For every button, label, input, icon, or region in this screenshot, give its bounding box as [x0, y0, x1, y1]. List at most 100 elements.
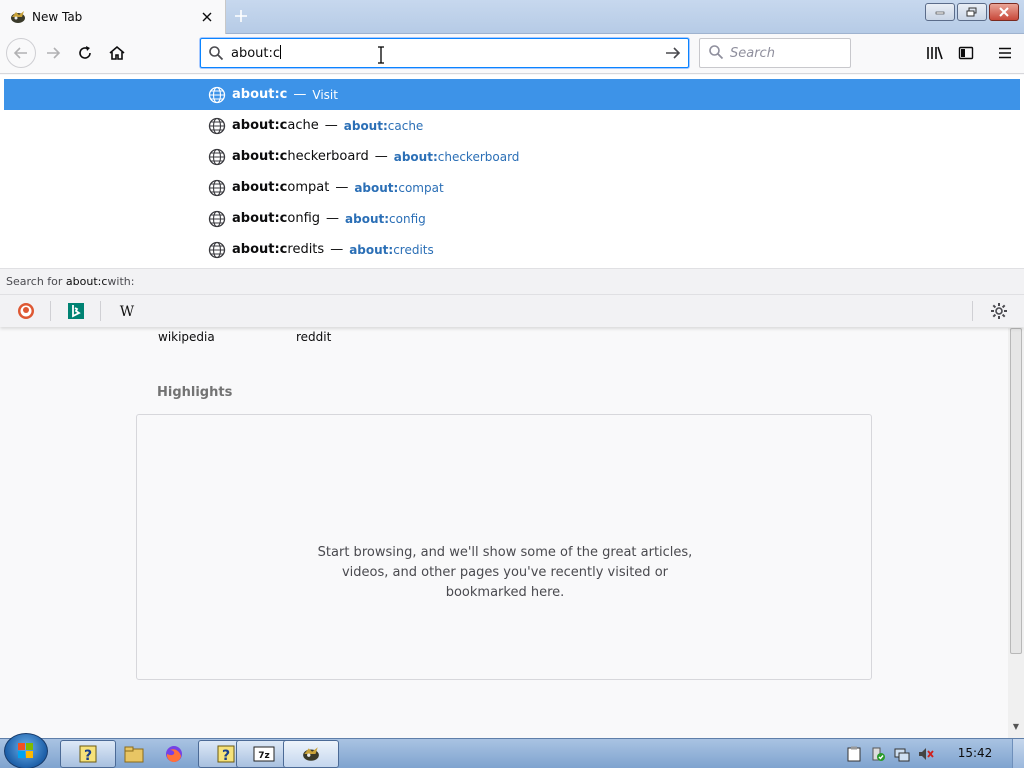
library-button[interactable] [920, 38, 950, 68]
volume-muted-tray-icon[interactable] [918, 746, 934, 762]
autocomplete-url: about:cache [343, 118, 424, 133]
globe-icon [208, 117, 226, 134]
svg-text:?: ? [222, 748, 230, 764]
taskbar-item-firefox-nightly[interactable] [283, 740, 339, 768]
sidebar-button[interactable] [951, 38, 981, 68]
search-for-suffix: with: [107, 275, 135, 288]
autocomplete-url: about:credits [349, 242, 434, 257]
file-explorer-icon [124, 746, 144, 763]
autocomplete-typed-text: about:c [232, 87, 288, 102]
tab-new-tab[interactable]: New Tab [0, 0, 226, 34]
7zip-icon: 7z [253, 746, 275, 762]
home-icon [109, 45, 125, 60]
highlights-message-line: Start browsing, and we'll show some of t… [317, 545, 693, 560]
gear-icon[interactable] [989, 301, 1009, 321]
plus-icon [235, 10, 247, 22]
taskbar-item-firefox[interactable] [160, 740, 188, 768]
restore-icon [966, 7, 977, 17]
separator-dash: — [335, 180, 349, 195]
help-icon: ? [217, 745, 235, 764]
bing-icon[interactable] [66, 301, 86, 321]
arrow-right-icon[interactable] [658, 45, 688, 61]
system-clock[interactable]: 15:42 [948, 746, 1002, 760]
start-button[interactable] [4, 733, 48, 768]
action-center-tray-icon[interactable] [870, 746, 886, 762]
globe-icon [208, 86, 226, 103]
reload-icon [79, 46, 91, 59]
help-icon: ? [79, 745, 97, 764]
hamburger-menu-icon [999, 47, 1011, 59]
network-tray-icon[interactable] [894, 746, 910, 762]
autocomplete-item[interactable]: about:c onfig — about:config [4, 203, 1020, 234]
minimize-window-button[interactable] [925, 3, 955, 21]
menu-button[interactable] [990, 38, 1020, 68]
search-for-label: Search for about:c with: [0, 268, 1024, 295]
duckduckgo-icon[interactable] [16, 301, 36, 321]
svg-text:7z: 7z [258, 751, 270, 761]
close-icon [999, 7, 1009, 17]
autocomplete-item[interactable]: about:c heckerboard — about:checkerboard [4, 141, 1020, 172]
separator-dash: — [324, 118, 338, 133]
autocomplete-completion: onfig [287, 211, 321, 226]
highlights-empty-message: Start browsing, and we'll show some of t… [137, 543, 873, 603]
engine-separator [100, 301, 101, 321]
autocomplete-item[interactable]: about:c — Visit [4, 79, 1020, 110]
autocomplete-url: about:checkerboard [393, 149, 520, 164]
forward-button[interactable] [38, 38, 68, 68]
restore-window-button[interactable] [957, 3, 987, 21]
autocomplete-url: about:config [345, 211, 426, 226]
wikipedia-icon[interactable]: W [117, 301, 137, 321]
url-input[interactable]: about:c [231, 45, 658, 61]
show-desktop-button[interactable] [1012, 739, 1024, 768]
autocomplete-typed-text: about:c [232, 118, 288, 133]
taskbar-item-help[interactable]: ? [60, 740, 116, 768]
minimize-icon [935, 11, 945, 15]
library-icon [927, 46, 943, 60]
autocomplete-typed-text: about:c [232, 149, 288, 164]
close-window-button[interactable] [989, 3, 1019, 21]
one-off-search-engines: W [0, 295, 1024, 327]
separator-dash: — [293, 87, 307, 102]
top-site-label[interactable]: reddit [296, 330, 331, 344]
home-button[interactable] [102, 38, 132, 68]
url-autocomplete-popup: about:c — Visit about:c ache — about:cac… [0, 75, 1024, 327]
back-button[interactable] [6, 38, 36, 68]
autocomplete-url: about:compat [354, 180, 444, 195]
taskbar-item-explorer[interactable] [120, 740, 148, 768]
top-site-label[interactable]: wikipedia [158, 330, 215, 344]
reload-button[interactable] [70, 38, 100, 68]
tab-title: New Tab [32, 10, 83, 24]
scroll-down-arrow-icon[interactable]: ▼ [1010, 722, 1022, 734]
autocomplete-completion: ache [287, 118, 319, 133]
navigation-toolbar: about:c Search [0, 34, 1024, 74]
new-tab-button[interactable] [230, 5, 252, 27]
firefox-nightly-icon [11, 11, 25, 23]
autocomplete-item[interactable]: about:c ache — about:cache [4, 110, 1020, 141]
search-for-prefix: Search for [6, 275, 63, 288]
autocomplete-typed-text: about:c [232, 211, 288, 226]
search-bar[interactable]: Search [699, 38, 851, 68]
search-icon [201, 45, 231, 61]
svg-text:?: ? [84, 748, 92, 764]
autocomplete-item[interactable]: about:c ompat — about:compat [4, 172, 1020, 203]
separator-dash: — [330, 242, 344, 257]
scrollbar-thumb[interactable] [1010, 328, 1022, 654]
separator-dash: — [374, 149, 388, 164]
globe-icon [208, 241, 226, 258]
autocomplete-item[interactable]: about:c redits — about:credits [4, 234, 1020, 265]
autocomplete-typed-text: about:c [232, 180, 288, 195]
autocomplete-action: Visit [312, 87, 338, 102]
autocomplete-completion: redits [287, 242, 325, 257]
highlights-message-line: bookmarked here. [445, 585, 565, 600]
search-placeholder: Search [730, 45, 775, 61]
highlights-message-line: videos, and other pages you've recently … [341, 565, 668, 580]
arrow-right-icon [47, 47, 61, 59]
close-tab-icon[interactable] [197, 7, 217, 27]
windows-taskbar: ? ? 7z 15:42 [0, 733, 1024, 768]
search-for-query: about:c [65, 275, 108, 288]
globe-icon [208, 148, 226, 165]
clipboard-tray-icon[interactable] [846, 746, 862, 762]
title-bar: New Tab [0, 0, 1024, 34]
url-bar[interactable]: about:c [200, 38, 689, 68]
arrow-left-icon [13, 47, 27, 59]
